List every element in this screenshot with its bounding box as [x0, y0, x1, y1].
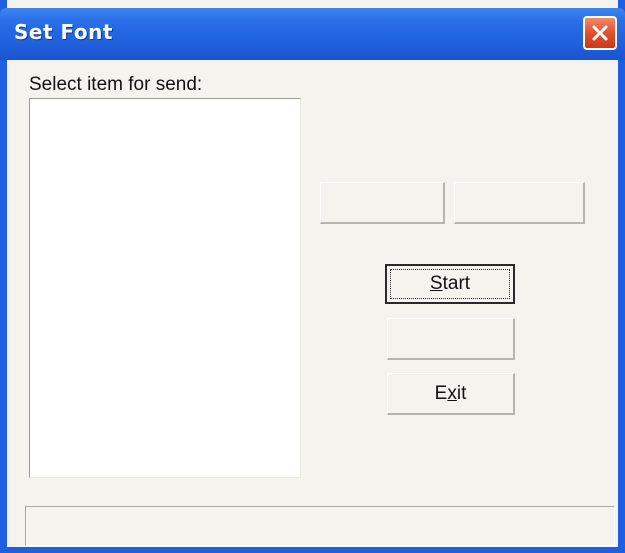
exit-button-mnemonic: x	[447, 383, 457, 404]
set-font-window: Set Font Select item for send: Start Exi…	[0, 0, 625, 553]
item-listbox[interactable]	[29, 98, 301, 478]
start-button-label: tart	[442, 273, 471, 294]
window-title: Set Font	[14, 20, 113, 44]
font-option-button-right[interactable]	[454, 182, 585, 224]
exit-button-label-start: E	[434, 383, 448, 404]
status-field	[25, 506, 615, 546]
start-button-mnemonic: S	[429, 273, 443, 294]
font-option-button-left[interactable]	[320, 182, 445, 224]
select-item-label: Select item for send:	[29, 74, 203, 95]
stop-button[interactable]	[387, 318, 515, 360]
exit-button[interactable]: Exit	[387, 373, 515, 415]
exit-button-label-end: it	[456, 383, 467, 404]
start-button[interactable]: Start	[385, 264, 515, 304]
close-button[interactable]	[583, 16, 617, 50]
title-bar[interactable]: Set Font	[0, 8, 625, 60]
client-area: Select item for send: Start Exit	[7, 60, 618, 547]
close-icon	[592, 25, 608, 41]
